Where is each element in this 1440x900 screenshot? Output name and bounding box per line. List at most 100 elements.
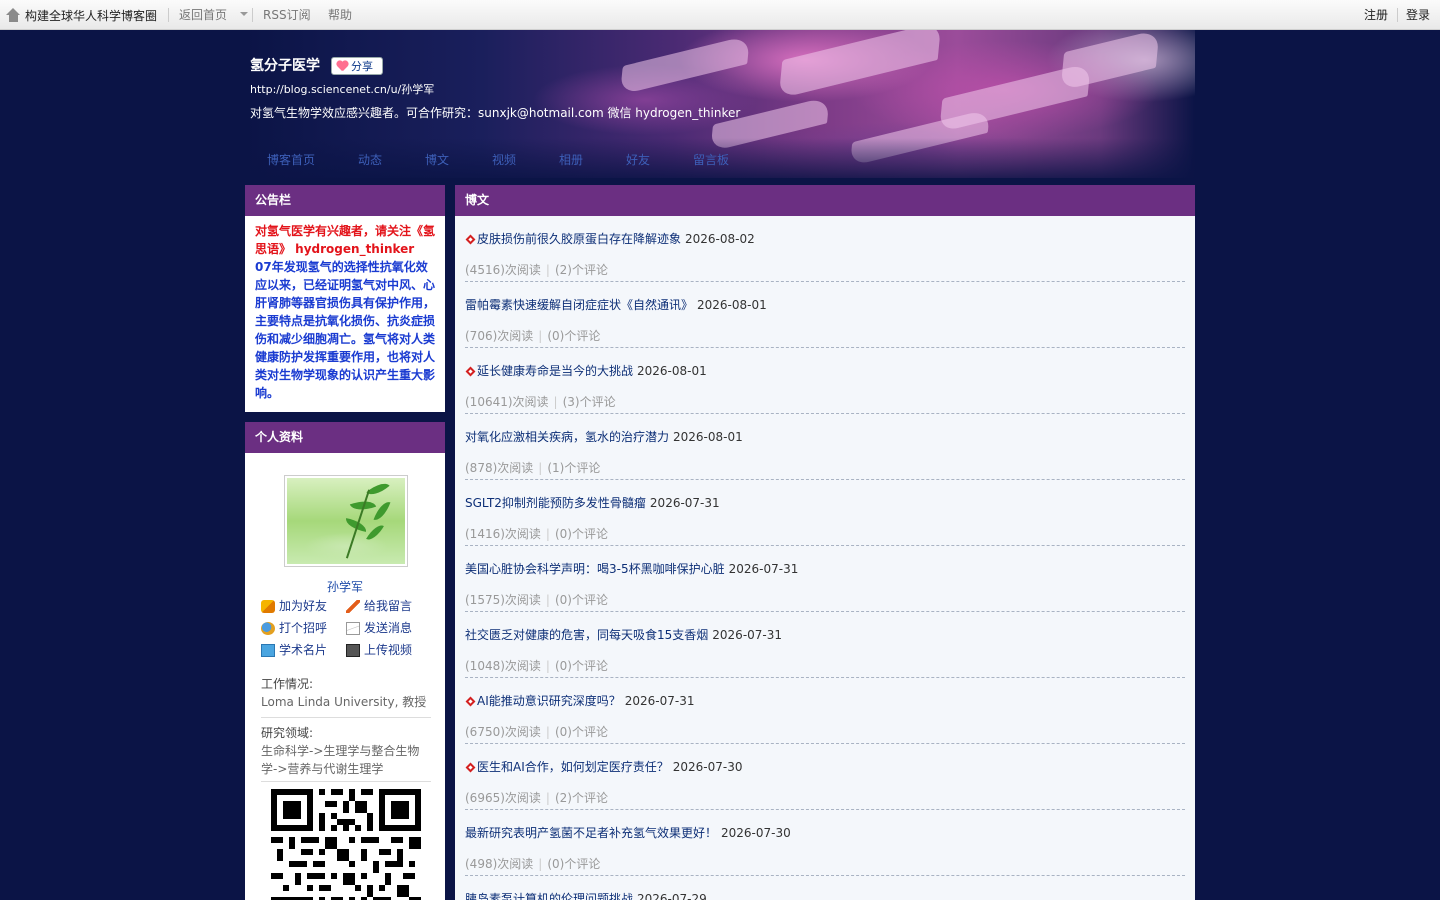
nav-item-video[interactable]: 视频 xyxy=(492,153,559,167)
post-title-link[interactable]: 延长健康寿命是当今的大挑战 xyxy=(477,364,633,378)
leave-message-button[interactable]: 给我留言 xyxy=(346,599,412,613)
post-title-link[interactable]: 对氧化应激相关疾病，氢水的治疗潜力 xyxy=(465,430,669,444)
notice-blue-text: 07年发现氢气的选择性抗氧化效应以来，已经证明氢气对中风、心肝肾肺等器官损伤具有… xyxy=(255,260,436,400)
post-date: 2026-07-31 xyxy=(649,496,720,510)
comment-count[interactable]: (1)个评论 xyxy=(547,461,600,475)
meta-divider: | xyxy=(545,263,550,277)
list-item: 延长健康寿命是当今的大挑战 2026-08-01 (10641)次阅读 | (3)个评论 xyxy=(465,348,1185,414)
post-date: 2026-07-31 xyxy=(712,628,783,642)
help-link[interactable]: 帮助 xyxy=(328,8,352,22)
read-count: (10641)次阅读 xyxy=(465,395,549,409)
post-date: 2026-07-31 xyxy=(624,694,695,708)
list-item: 医生和AI合作，如何划定医疗责任？ 2026-07-30 (6965)次阅读 | (2)… xyxy=(465,744,1185,810)
academic-card-button[interactable]: 学术名片 xyxy=(261,643,327,657)
avatar[interactable] xyxy=(284,475,408,567)
upload-video-button[interactable]: 上传视频 xyxy=(346,643,412,657)
post-title-link[interactable]: 雷帕霉素快速缓解自闭症症状《自然通讯》 xyxy=(465,298,693,312)
post-title-line: 医生和AI合作，如何划定医疗责任？ 2026-07-30 xyxy=(465,760,743,774)
comment-count[interactable]: (2)个评论 xyxy=(555,791,608,805)
post-title-line: 最新研究表明产氢菌不足者补充氢气效果更好！ 2026-07-30 xyxy=(465,826,791,840)
nav-item-guestbook[interactable]: 留言板 xyxy=(693,153,753,167)
register-link[interactable]: 注册 xyxy=(1364,8,1388,22)
heart-icon xyxy=(336,61,349,72)
post-date: 2026-07-30 xyxy=(672,760,743,774)
meta-divider: | xyxy=(545,791,550,805)
post-meta: (498)次阅读 | (0)个评论 xyxy=(465,857,600,871)
post-title-link[interactable]: 社交匮乏对健康的危害，同每天吸食15支香烟 xyxy=(465,628,708,642)
nav-item-posts[interactable]: 博文 xyxy=(425,153,492,167)
comment-count[interactable]: (0)个评论 xyxy=(547,857,600,871)
nav-item-blog-home[interactable]: 博客首页 xyxy=(267,153,358,167)
blog-description: 对氢气生物学效应感兴趣者。可合作研究：sunxjk@hotmail.com 微信… xyxy=(250,106,741,120)
login-link[interactable]: 登录 xyxy=(1406,8,1430,22)
send-message-button[interactable]: 发送消息 xyxy=(346,621,412,635)
top-navigation-bar: 构建全球华人科学博客圈 返回首页 RSS订阅 帮助 注册 登录 xyxy=(0,0,1440,30)
post-meta: (1575)次阅读 | (0)个评论 xyxy=(465,593,608,607)
nav-item-album[interactable]: 相册 xyxy=(559,153,626,167)
comment-count[interactable]: (2)个评论 xyxy=(555,263,608,277)
banner-decoration xyxy=(778,30,942,99)
site-home-link[interactable]: 构建全球华人科学博客圈 xyxy=(6,7,157,23)
divider xyxy=(261,717,431,718)
post-date: 2026-07-31 xyxy=(728,562,799,576)
comment-count[interactable]: (0)个评论 xyxy=(555,593,608,607)
read-count: (1048)次阅读 xyxy=(465,659,541,673)
chevron-down-icon[interactable] xyxy=(240,12,248,16)
meta-divider: | xyxy=(553,395,558,409)
post-title-line: 皮肤损伤前很久胶原蛋白存在降解迹象 2026-08-02 xyxy=(465,232,755,246)
post-title-link[interactable]: 皮肤损伤前很久胶原蛋白存在降解迹象 xyxy=(477,232,681,246)
list-item: 对氧化应激相关疾病，氢水的治疗潜力 2026-08-01 (878)次阅读 | (1)个… xyxy=(465,414,1185,480)
envelope-icon xyxy=(346,621,360,635)
post-date: 2026-08-01 xyxy=(673,430,743,444)
nav-item-activity[interactable]: 动态 xyxy=(358,153,425,167)
post-date: 2026-07-29 xyxy=(637,892,707,900)
leaf-decoration xyxy=(373,498,391,524)
field-value: 生命科学->生理学与整合生物学->营养与代谢生理学 xyxy=(261,744,420,776)
comment-count[interactable]: (0)个评论 xyxy=(555,527,608,541)
list-item: 皮肤损伤前很久胶原蛋白存在降解迹象 2026-08-02 (4516)次阅读 | (2)… xyxy=(465,216,1185,282)
post-title-link[interactable]: 最新研究表明产氢菌不足者补充氢气效果更好！ xyxy=(465,826,717,840)
avatar-image xyxy=(287,478,405,564)
profile-name[interactable]: 孙学军 xyxy=(245,580,445,594)
notice-board: 对氢气医学有兴趣者，请关注《氢思语》 hydrogen_thinker 07年发… xyxy=(245,216,445,412)
post-title-line: 胰岛素泵计算机的伦理问题挑战 2026-07-29 xyxy=(465,892,707,900)
nav-item-friends[interactable]: 好友 xyxy=(626,153,693,167)
post-title-line: 对氧化应激相关疾病，氢水的治疗潜力 2026-08-01 xyxy=(465,430,743,444)
comment-count[interactable]: (0)个评论 xyxy=(547,329,600,343)
back-home-link[interactable]: 返回首页 xyxy=(179,8,227,22)
blog-title[interactable]: 氢分子医学 xyxy=(250,58,320,75)
add-friend-button[interactable]: 加为好友 xyxy=(261,599,327,613)
blog-url[interactable]: http://blog.sciencenet.cn/u/孙学军 xyxy=(250,83,434,97)
sidebar: 公告栏 对氢气医学有兴趣者，请关注《氢思语》 hydrogen_thinker … xyxy=(245,185,445,900)
post-title-line: AI能推动意识研究深度吗？ 2026-07-31 xyxy=(465,694,695,708)
post-meta: (878)次阅读 | (1)个评论 xyxy=(465,461,600,475)
read-count: (1575)次阅读 xyxy=(465,593,541,607)
post-meta: (1048)次阅读 | (0)个评论 xyxy=(465,659,608,673)
post-title-link[interactable]: AI能推动意识研究深度吗？ xyxy=(477,694,621,708)
post-list: 皮肤损伤前很久胶原蛋白存在降解迹象 2026-08-02 (4516)次阅读 | (2)… xyxy=(455,216,1195,900)
leaf-decoration xyxy=(366,521,384,544)
profile-panel: 孙学军 加为好友 给我留言 打个招呼 发送消息 学术名片 上传视频 工作情况: … xyxy=(245,453,445,900)
read-count: (6965)次阅读 xyxy=(465,791,541,805)
read-count: (706)次阅读 xyxy=(465,329,534,343)
comment-count[interactable]: (0)个评论 xyxy=(555,725,608,739)
list-item: 美国心脏协会科学声明：喝3-5杯黑咖啡保护心脏 2026-07-31 (1575)次… xyxy=(465,546,1185,612)
post-title-line: SGLT2抑制剂能预防多发性骨髓瘤 2026-07-31 xyxy=(465,496,720,510)
comment-count[interactable]: (0)个评论 xyxy=(555,659,608,673)
pinned-icon xyxy=(465,234,476,245)
comment-count[interactable]: (3)个评论 xyxy=(563,395,616,409)
post-meta: (706)次阅读 | (0)个评论 xyxy=(465,329,600,343)
post-meta: (10641)次阅读 | (3)个评论 xyxy=(465,395,616,409)
share-button[interactable]: 分享 xyxy=(331,57,383,75)
post-title-line: 社交匮乏对健康的危害，同每天吸食15支香烟 2026-07-31 xyxy=(465,628,782,642)
meta-divider: | xyxy=(545,593,550,607)
rss-link[interactable]: RSS订阅 xyxy=(263,8,311,22)
post-title-link[interactable]: 美国心脏协会科学声明：喝3-5杯黑咖啡保护心脏 xyxy=(465,562,725,576)
list-item: AI能推动意识研究深度吗？ 2026-07-31 (6750)次阅读 | (0)个评论 xyxy=(465,678,1185,744)
post-title-link[interactable]: 胰岛素泵计算机的伦理问题挑战 xyxy=(465,892,633,900)
post-date: 2026-08-02 xyxy=(685,232,755,246)
post-title-link[interactable]: SGLT2抑制剂能预防多发性骨髓瘤 xyxy=(465,496,646,510)
post-title-link[interactable]: 医生和AI合作，如何划定医疗责任？ xyxy=(477,760,669,774)
greet-button[interactable]: 打个招呼 xyxy=(261,621,327,635)
meta-divider: | xyxy=(538,461,543,475)
